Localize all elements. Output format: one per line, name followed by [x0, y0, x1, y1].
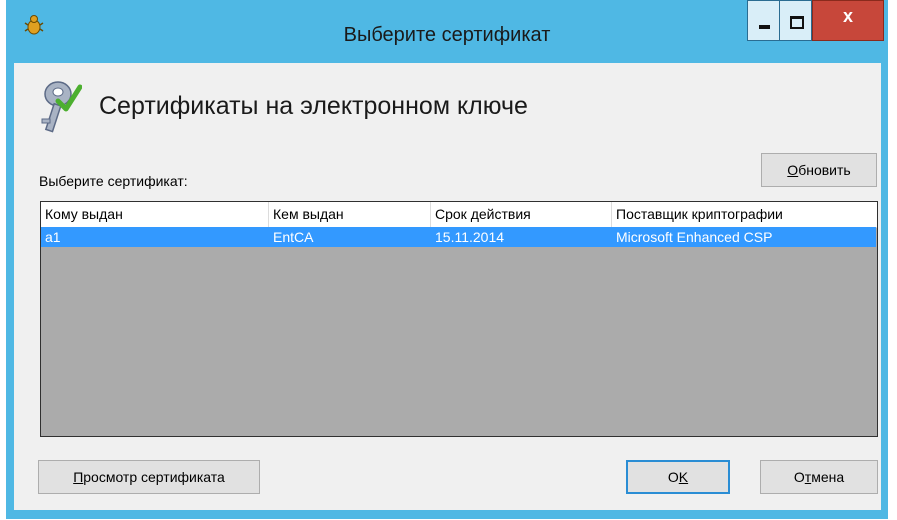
cell-issued-by: EntCA	[273, 229, 314, 245]
column-header-valid-until[interactable]: Срок действия	[431, 202, 612, 227]
page-title: Сертификаты на электронном ключе	[99, 92, 528, 120]
column-header-provider[interactable]: Поставщик криптографии	[612, 202, 877, 227]
keys-icon	[41, 81, 82, 133]
list-header: Кому выдан Кем выдан Срок действия Поста…	[41, 202, 877, 228]
refresh-mnemonic: О	[787, 162, 799, 178]
refresh-label: бновить	[798, 162, 851, 178]
cancel-label-start: О	[793, 469, 805, 485]
select-certificate-label: Выберите сертификат:	[39, 173, 188, 189]
cancel-button[interactable]: От мена	[760, 460, 878, 494]
close-icon: x	[842, 6, 853, 26]
certificate-list[interactable]: Кому выдан Кем выдан Срок действия Поста…	[40, 201, 878, 437]
cancel-label-end: мена	[811, 469, 845, 485]
dialog-body: Сертификаты на электронном ключе Выберит…	[14, 63, 881, 510]
minimize-button[interactable]	[747, 0, 780, 41]
maximize-button[interactable]	[780, 0, 812, 41]
certificate-row[interactable]: a1 EntCA 15.11.2014 Microsoft Enhanced C…	[41, 227, 876, 247]
ok-label: O	[667, 469, 679, 485]
cell-issued-to: a1	[45, 229, 61, 245]
ok-mnemonic: K	[678, 469, 689, 485]
view-mnemonic: П	[73, 469, 84, 485]
cell-valid-until: 15.11.2014	[435, 229, 505, 245]
view-certificate-button[interactable]: Просмотр сертификата	[38, 460, 260, 494]
refresh-button[interactable]: Обновить	[761, 153, 877, 187]
close-button[interactable]: x	[812, 0, 884, 41]
title-bar[interactable]: Выберите сертификат x	[6, 0, 888, 70]
dialog-window: Выберите сертификат x Сертификаты на эле…	[6, 0, 888, 519]
ok-button[interactable]: OK	[626, 460, 730, 494]
column-header-issued-by[interactable]: Кем выдан	[269, 202, 431, 227]
view-label: росмотр сертификата	[83, 469, 225, 485]
cell-provider: Microsoft Enhanced CSP	[616, 229, 773, 245]
column-header-issued-to[interactable]: Кому выдан	[41, 202, 269, 227]
